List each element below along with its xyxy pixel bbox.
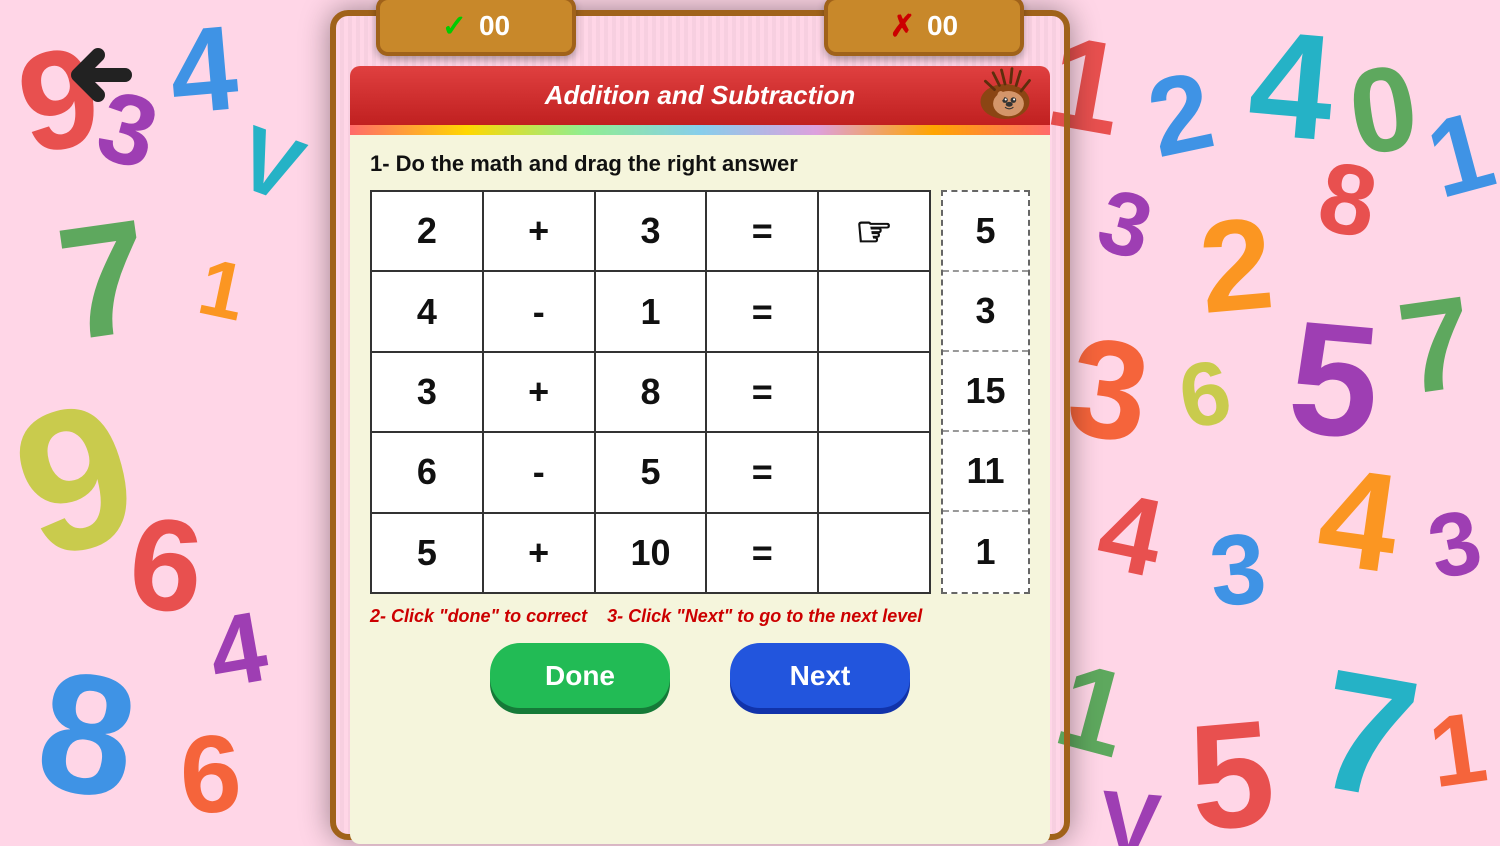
answer-column: 5315111	[941, 190, 1030, 594]
math-cell: =	[706, 191, 818, 271]
math-cell: 1	[595, 271, 707, 351]
inner-panel: Addition and Subtraction	[350, 66, 1050, 844]
back-arrow-button[interactable]	[60, 40, 140, 110]
done-button[interactable]: Done	[490, 643, 670, 708]
correct-score: 00	[479, 10, 510, 42]
math-cell: -	[483, 432, 595, 512]
drop-zone-cell[interactable]	[818, 271, 930, 351]
hedgehog-mascot	[970, 66, 1040, 126]
drop-zone-cell[interactable]	[818, 432, 930, 512]
instruction-text: 1- Do the math and drag the right answer	[350, 135, 1050, 185]
math-cell: 10	[595, 513, 707, 593]
math-cell: 5	[595, 432, 707, 512]
scoreboards: ✓ 00 ✗ 00	[346, 0, 1054, 56]
buttons-row: Done Next	[350, 633, 1050, 728]
math-table: 2+3=☞4-1=3+8=6-5=5+10=	[370, 190, 931, 594]
answer-cell[interactable]: 3	[943, 272, 1028, 352]
next-button[interactable]: Next	[730, 643, 910, 708]
wrong-score: 00	[927, 10, 958, 42]
math-cell: =	[706, 513, 818, 593]
bottom-instructions: 2- Click "done" to correct 3- Click "Nex…	[350, 594, 1050, 633]
math-cell: 3	[595, 191, 707, 271]
math-cell: 2	[371, 191, 483, 271]
drop-zone-cell[interactable]	[818, 352, 930, 432]
answer-cell[interactable]: 11	[943, 432, 1028, 512]
answer-cell[interactable]: 1	[943, 512, 1028, 592]
math-cell: +	[483, 352, 595, 432]
math-table-wrapper: 2+3=☞4-1=3+8=6-5=5+10= 5315111	[350, 190, 1050, 594]
math-cell: +	[483, 191, 595, 271]
page-title: Addition and Subtraction	[370, 80, 1030, 111]
drop-zone-cell[interactable]: ☞	[818, 191, 930, 271]
math-cell: +	[483, 513, 595, 593]
math-cell: =	[706, 432, 818, 512]
correct-scoreboard: ✓ 00	[376, 0, 576, 56]
math-cell: 5	[371, 513, 483, 593]
wrong-icon: ✗	[890, 9, 915, 44]
title-banner: Addition and Subtraction	[350, 66, 1050, 125]
done-instruction: 2- Click "done" to correct	[370, 606, 587, 627]
math-cell: =	[706, 271, 818, 351]
correct-icon: ✓	[442, 9, 467, 44]
drop-zone-cell[interactable]	[818, 513, 930, 593]
color-bar	[350, 125, 1050, 135]
math-cell: 3	[371, 352, 483, 432]
next-instruction: 3- Click "Next" to go to the next level	[607, 606, 922, 627]
wrong-scoreboard: ✗ 00	[824, 0, 1024, 56]
math-cell: 4	[371, 271, 483, 351]
main-panel: ✓ 00 ✗ 00 Addition and Subtraction	[330, 10, 1070, 840]
answer-cell[interactable]: 15	[943, 352, 1028, 432]
math-cell: 8	[595, 352, 707, 432]
math-cell: -	[483, 271, 595, 351]
math-cell: 6	[371, 432, 483, 512]
answer-cell[interactable]: 5	[943, 192, 1028, 272]
math-cell: =	[706, 352, 818, 432]
